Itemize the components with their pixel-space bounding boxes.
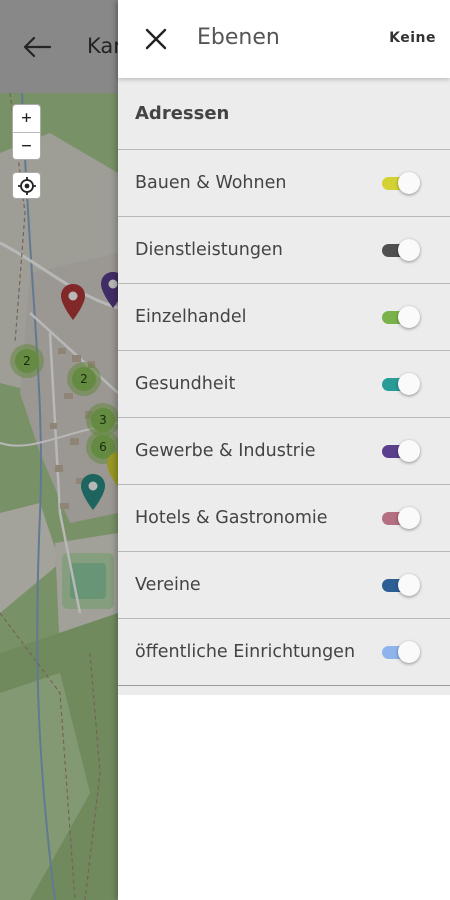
layer-row[interactable]: öffentliche Einrichtungen [118,619,450,686]
layers-drawer: Ebenen Keine Adressen Bauen & Wohnen Dien… [118,0,450,900]
layer-label: Hotels & Gastronomie [135,508,328,528]
section-header: Adressen [118,78,450,150]
close-icon[interactable] [145,28,167,50]
layer-label: Vereine [135,575,201,595]
toggle-thumb [398,574,420,596]
zoom-in-button[interactable]: + [13,105,40,132]
layer-toggle[interactable] [382,306,420,328]
toggle-thumb [398,373,420,395]
drawer-title: Ebenen [197,25,280,50]
layer-row[interactable]: Hotels & Gastronomie [118,485,450,552]
layer-toggle[interactable] [382,574,420,596]
layer-toggle[interactable] [382,239,420,261]
locate-button[interactable] [12,172,41,199]
toggle-thumb [398,306,420,328]
layer-toggle[interactable] [382,373,420,395]
layer-label: Dienstleistungen [135,240,283,260]
layer-label: Bauen & Wohnen [135,173,287,193]
layer-label: Gewerbe & Industrie [135,441,316,461]
layer-toggle[interactable] [382,641,420,663]
layer-label: Gesundheit [135,374,236,394]
layer-toggle[interactable] [382,172,420,194]
layer-row[interactable]: Gewerbe & Industrie [118,418,450,485]
zoom-control: + − [12,104,41,160]
deselect-all-button[interactable]: Keine [389,30,436,46]
toggle-thumb [398,641,420,663]
layer-toggle[interactable] [382,440,420,462]
zoom-out-button[interactable]: − [13,131,40,160]
toggle-thumb [398,440,420,462]
layer-row[interactable]: Bauen & Wohnen [118,150,450,217]
layer-row[interactable]: Dienstleistungen [118,217,450,284]
layer-label: Einzelhandel [135,307,247,327]
layer-row[interactable]: Gesundheit [118,351,450,418]
layer-row[interactable]: Vereine [118,552,450,619]
toggle-thumb [398,507,420,529]
toggle-thumb [398,172,420,194]
layer-toggle[interactable] [382,507,420,529]
crosshair-icon [17,176,36,195]
layer-label: öffentliche Einrichtungen [135,642,356,662]
drawer-header: Ebenen Keine [118,0,450,78]
layer-row[interactable]: Einzelhandel [118,284,450,351]
layer-list: Adressen Bauen & Wohnen Dienstleistungen E… [118,78,450,695]
toggle-thumb [398,239,420,261]
